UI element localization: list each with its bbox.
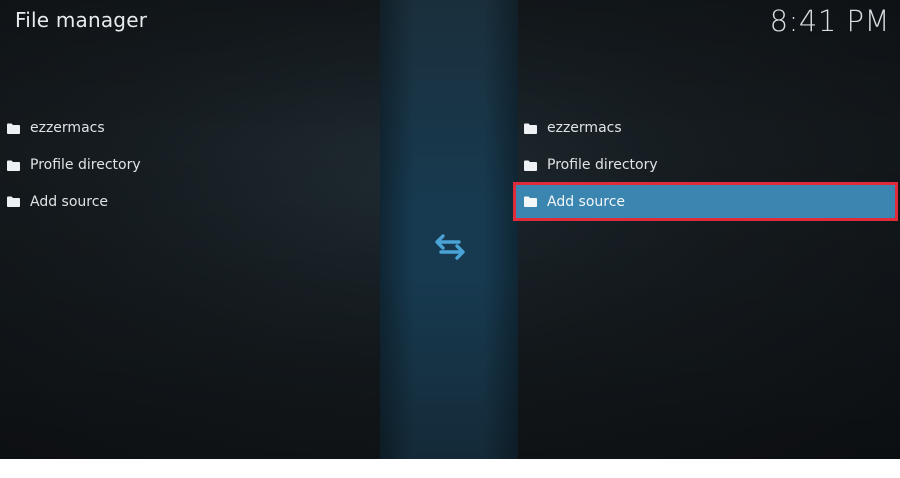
list-item-label: Profile directory xyxy=(547,157,658,174)
folder-icon xyxy=(7,160,20,171)
list-item-label: Profile directory xyxy=(30,157,141,174)
list-item-add-source-focused[interactable]: Add source xyxy=(513,182,898,222)
list-item-profile-directory[interactable]: Profile directory xyxy=(0,147,380,184)
page-title: File manager xyxy=(15,8,148,32)
list-item-label: ezzermacs xyxy=(30,120,105,137)
folder-icon xyxy=(524,160,537,171)
right-pane: ezzermacs Profile directory Add source xyxy=(513,110,900,222)
swap-arrows-icon[interactable] xyxy=(434,233,466,261)
list-item-profile-directory[interactable]: Profile directory xyxy=(514,147,900,184)
left-pane: ezzermacs Profile directory Add source xyxy=(0,110,380,220)
center-divider xyxy=(380,0,518,459)
folder-icon xyxy=(524,123,537,134)
list-item-label: Add source xyxy=(547,193,626,210)
list-item-ezzermacs[interactable]: ezzermacs xyxy=(0,110,380,147)
list-item-label: Add source xyxy=(30,193,109,210)
file-manager-screen: File manager 8:41 PM ezzermacs Profile d… xyxy=(0,0,900,459)
list-item-add-source[interactable]: Add source xyxy=(0,183,380,220)
folder-icon xyxy=(524,196,537,208)
clock: 8:41 PM xyxy=(769,4,890,38)
list-item-label: ezzermacs xyxy=(547,120,622,137)
folder-icon xyxy=(7,196,20,208)
list-item-ezzermacs[interactable]: ezzermacs xyxy=(514,110,900,147)
folder-icon xyxy=(7,123,20,134)
